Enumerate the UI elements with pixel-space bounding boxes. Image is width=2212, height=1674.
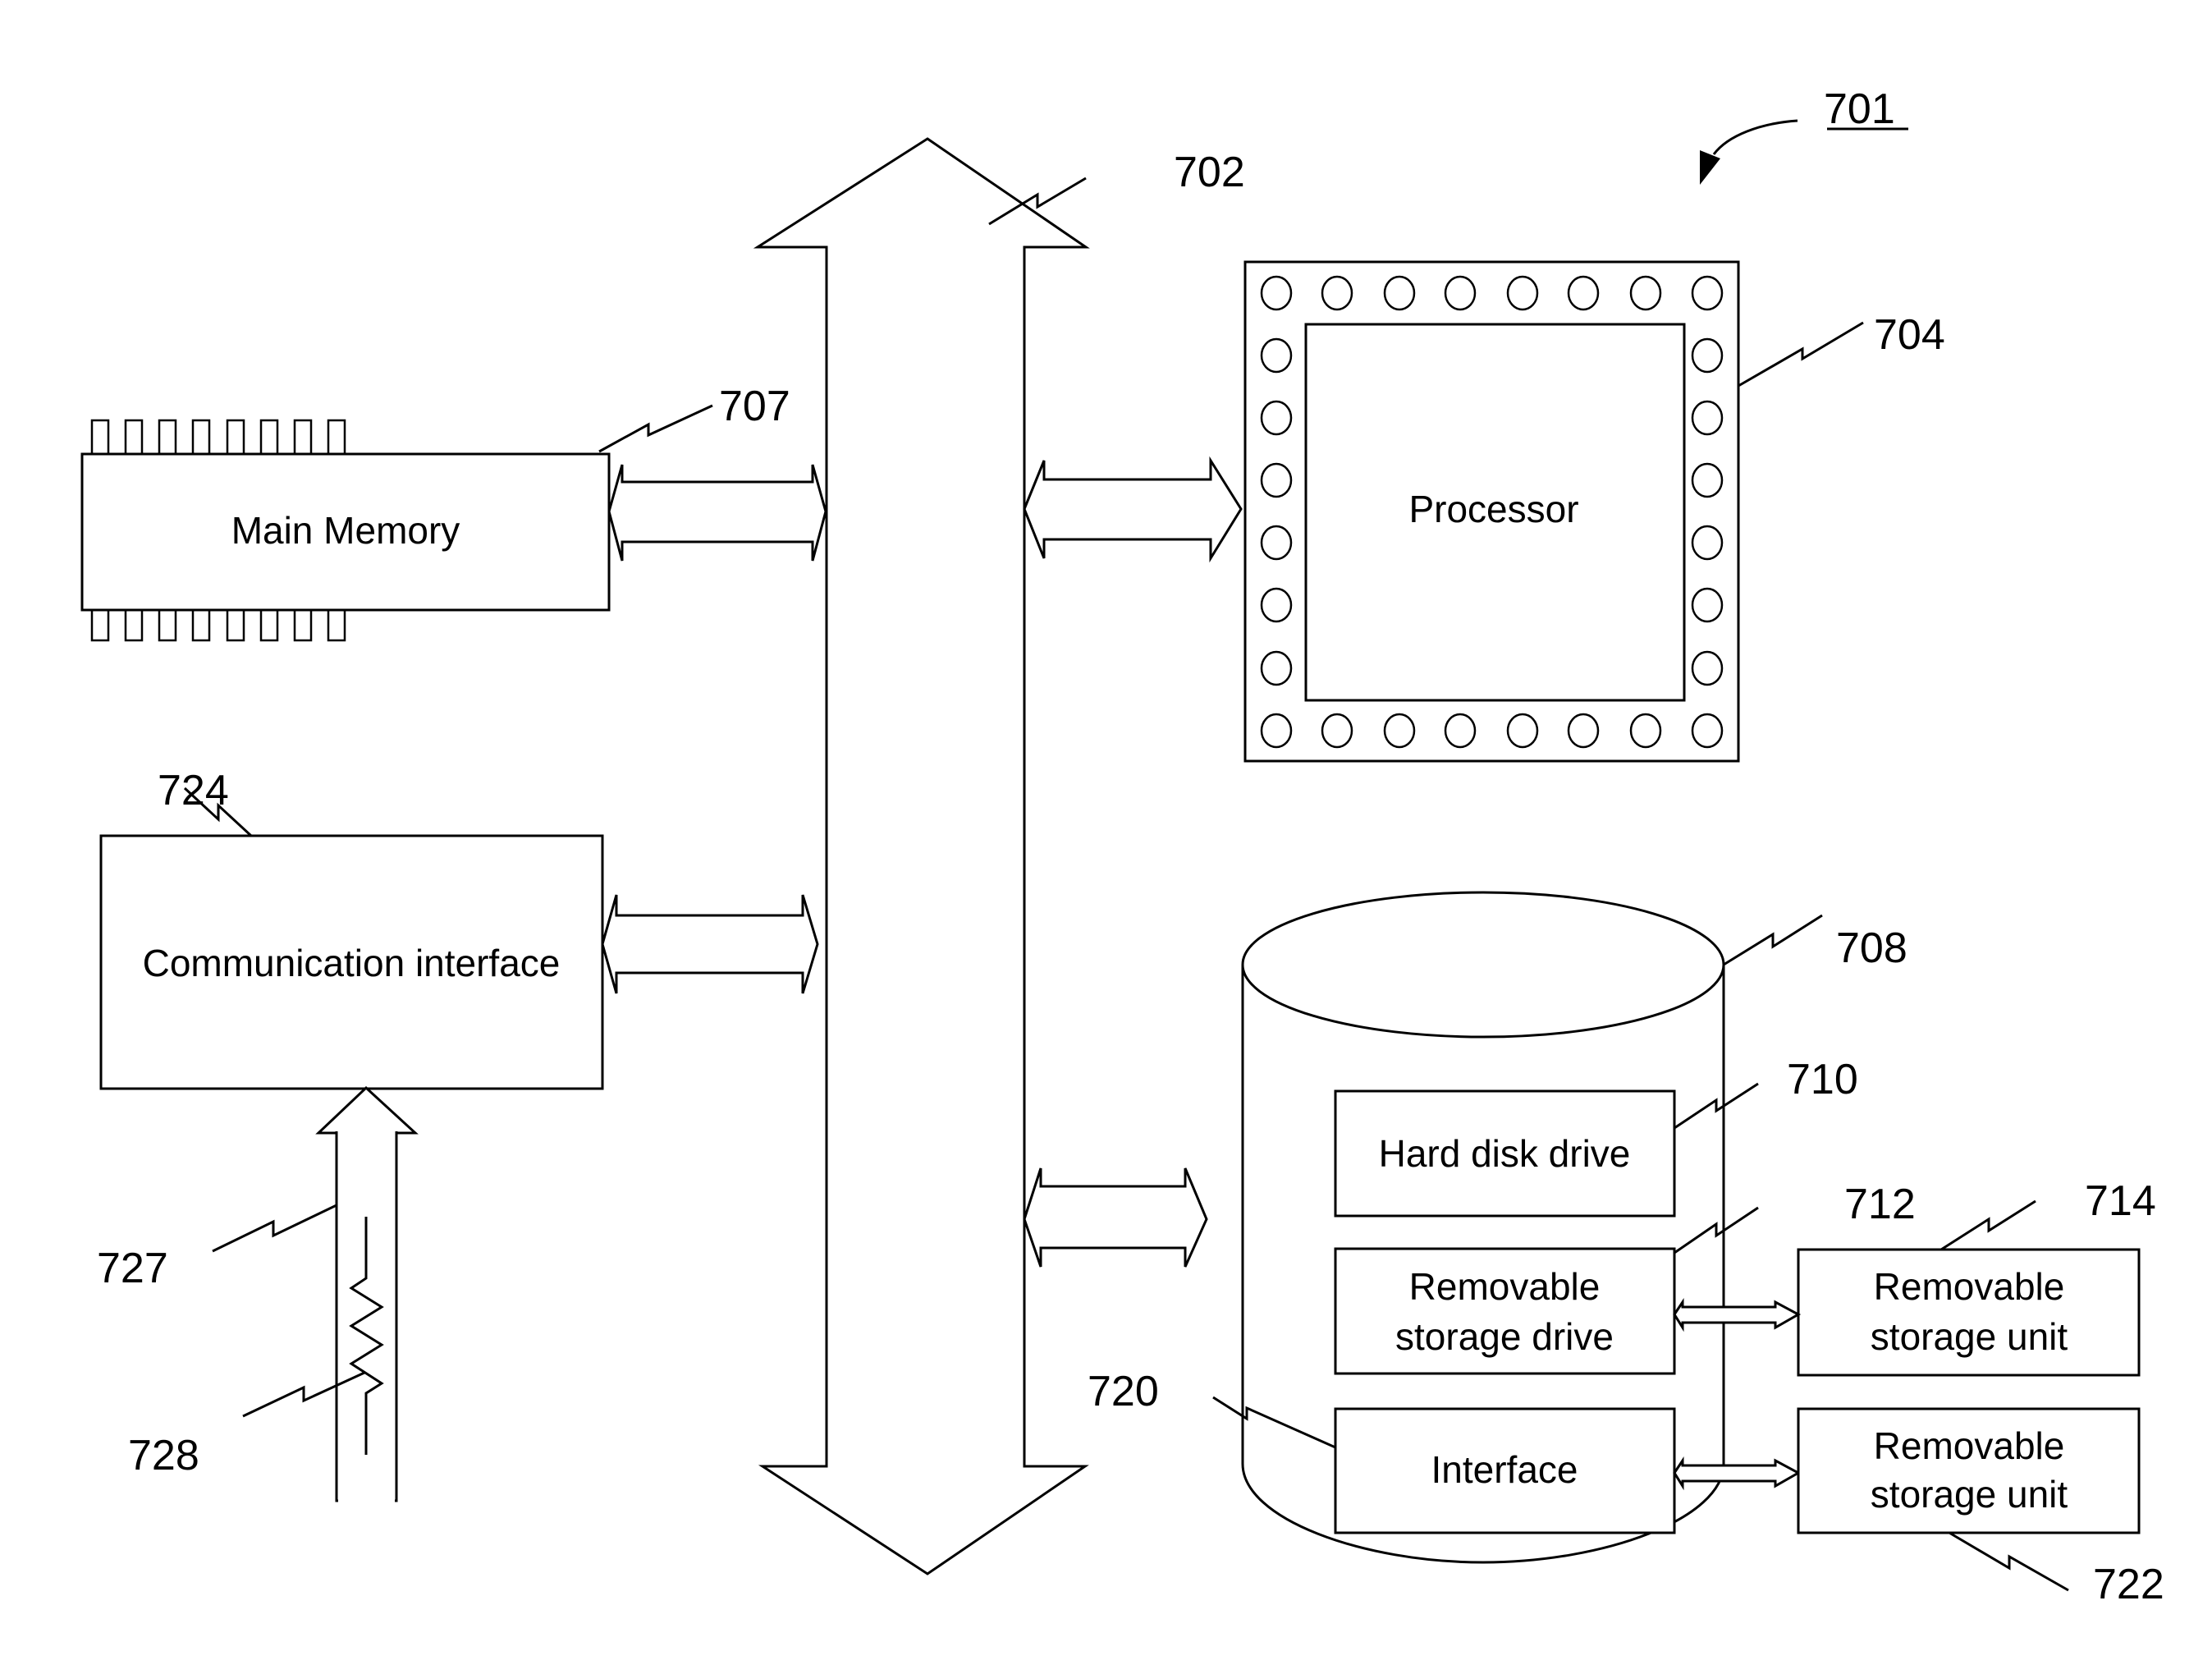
processor-pin	[1444, 275, 1477, 311]
rsu2-leader-line	[1949, 1531, 2069, 1592]
rsu1-leader-line	[1940, 1199, 2036, 1251]
processor-bus-connector-arrow	[1023, 456, 1243, 563]
ref-714-label: 714	[2085, 1177, 2156, 1225]
comm-path-leader-line	[212, 1204, 337, 1253]
ref-702-label: 702	[1174, 149, 1245, 196]
processor-pin	[1691, 650, 1724, 686]
processor-pin	[1629, 713, 1662, 749]
processor-pin	[1567, 713, 1600, 749]
cylinder-top	[1241, 891, 1725, 1039]
processor-pin	[1260, 587, 1293, 623]
processor-pin	[1629, 275, 1662, 311]
ref-707-label: 707	[719, 383, 790, 430]
secondary-bus-connector-arrow	[1023, 1167, 1208, 1268]
processor-pin	[1260, 525, 1293, 561]
communication-interface-724: Communication interface 724	[99, 767, 819, 1090]
ref-727-label: 727	[97, 1245, 168, 1292]
processor-pin	[1321, 713, 1353, 749]
processor-pin	[1444, 713, 1477, 749]
processor-pin	[1321, 275, 1353, 311]
main-memory-707: Main Memory 707	[80, 383, 827, 642]
removable-storage-unit-2-label-line1: Removable	[1874, 1424, 2065, 1467]
ref-710-label: 710	[1787, 1056, 1858, 1103]
processor-pin	[1383, 713, 1416, 749]
ref-712-label: 712	[1844, 1181, 1916, 1228]
processor-pin	[1567, 275, 1600, 311]
processor-pin	[1506, 713, 1539, 749]
removable-storage-unit-1-label-line2: storage unit	[1871, 1315, 2068, 1358]
bus-arrow	[753, 137, 1090, 1575]
ref-728-label: 728	[128, 1432, 199, 1479]
interface-label: Interface	[1431, 1448, 1578, 1491]
removable-storage-unit-722: Removable storage unit 722	[1797, 1407, 2164, 1608]
ref-701-curved-arrow	[1712, 119, 1798, 155]
processor-pin	[1691, 587, 1724, 623]
ref-701-arrowhead-icon	[1700, 150, 1720, 185]
removable-storage-drive-label-line1: Removable	[1409, 1265, 1601, 1308]
interface-rsu2-connector-arrow	[1673, 1456, 1802, 1491]
figure-reference: 701	[1700, 85, 1908, 185]
ref-704-label: 704	[1874, 311, 1945, 359]
processor-pin	[1506, 275, 1539, 311]
computer-system-diagram: 701 702 Main Memory 707 Processor 704 Co…	[80, 85, 2164, 1608]
removable-storage-drive-label-line2: storage drive	[1395, 1315, 1614, 1358]
hard-disk-drive-label: Hard disk drive	[1379, 1132, 1631, 1175]
processor-pin	[1260, 713, 1293, 749]
main-memory-label: Main Memory	[231, 509, 460, 552]
processor-704: Processor 704	[1023, 260, 1945, 763]
removable-storage-unit-2-label-line2: storage unit	[1871, 1473, 2068, 1516]
rsd-rsu1-connector-arrow	[1673, 1298, 1802, 1332]
communication-interface-label: Communication interface	[143, 942, 561, 984]
processor-pin	[1260, 400, 1293, 436]
memory-bottom-pins	[90, 606, 346, 642]
processor-label: Processor	[1408, 488, 1578, 530]
processor-pin	[1691, 713, 1724, 749]
secondary-leader-line	[1723, 914, 1823, 966]
processor-pin	[1260, 650, 1293, 686]
memory-bus-connector-arrow	[607, 464, 827, 562]
removable-storage-unit-1-label-line1: Removable	[1874, 1265, 2065, 1308]
ref-722-label: 722	[2093, 1561, 2164, 1608]
processor-pin	[1260, 275, 1293, 311]
ref-724-label: 724	[158, 767, 229, 814]
memory-leader-line	[598, 404, 713, 453]
comm-bus-connector-arrow	[601, 894, 819, 994]
communications-path-727: 727 728	[97, 1085, 419, 1512]
processor-pin	[1691, 525, 1724, 561]
ref-720-label: 720	[1088, 1368, 1159, 1415]
processor-pin	[1691, 275, 1724, 311]
memory-top-pins	[90, 419, 346, 456]
ref-708-label: 708	[1836, 924, 1907, 972]
processor-leader-line	[1738, 321, 1864, 388]
ref-701-label: 701	[1824, 85, 1895, 133]
processor-pin	[1691, 337, 1724, 374]
processor-pin	[1383, 275, 1416, 311]
bus-702: 702	[753, 137, 1245, 1575]
processor-pin	[1691, 462, 1724, 498]
processor-pin	[1691, 400, 1724, 436]
processor-pin	[1260, 462, 1293, 498]
processor-pin	[1260, 337, 1293, 374]
